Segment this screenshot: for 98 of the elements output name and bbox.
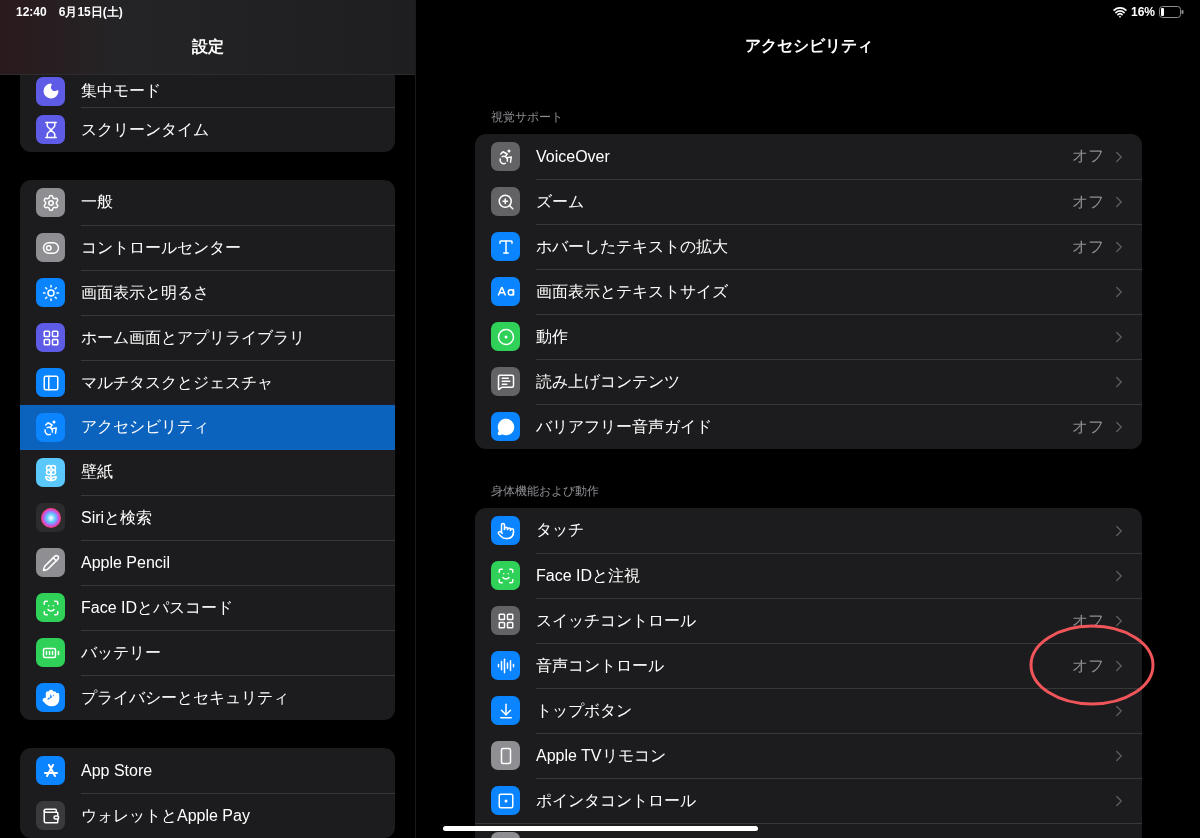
sidebar-item[interactable]: Face IDとパスコード — [20, 585, 395, 630]
sidebar-item[interactable]: バッテリー — [20, 630, 395, 675]
panel-icon — [36, 368, 65, 397]
face-scan-icon — [36, 593, 65, 622]
item-label: マルチタスクとジェスチャ — [81, 372, 274, 393]
item-label: Siriと検索 — [81, 507, 154, 528]
row-label: ズーム — [536, 191, 585, 212]
arrow-down-icon — [491, 696, 520, 725]
sidebar-item[interactable]: プライバシーとセキュリティ — [20, 675, 395, 720]
sidebar-item[interactable]: スクリーンタイム — [20, 107, 395, 152]
settings-row[interactable]: タッチ — [475, 508, 1142, 553]
row-label: 読み上げコンテンツ — [536, 371, 681, 392]
row-label: バリアフリー音声ガイド — [536, 416, 713, 437]
sidebar-item[interactable]: Apple Pencil — [20, 540, 395, 585]
hand-icon — [36, 683, 65, 712]
sidebar-item[interactable]: コントロールセンター — [20, 225, 395, 270]
sidebar-item[interactable]: App Store — [20, 748, 395, 793]
row-label: 音声コントロール — [536, 655, 665, 676]
orb-icon — [36, 503, 65, 532]
item-label: 壁紙 — [81, 462, 114, 482]
item-label: コントロールセンター — [81, 237, 242, 258]
item-label: Face IDとパスコード — [81, 597, 234, 618]
settings-row[interactable]: バリアフリー音声ガイド オフ — [475, 404, 1142, 449]
item-label: App Store — [81, 761, 154, 780]
item-label: バッテリー — [81, 642, 162, 663]
section-header: 身体機能および動作 — [491, 483, 600, 500]
sun-icon — [36, 278, 65, 307]
item-label: スクリーンタイム — [81, 119, 210, 140]
text-size-icon — [491, 277, 520, 306]
status-date: 6月15日(土) — [58, 3, 123, 21]
row-label: ポインタコントロール — [536, 790, 697, 811]
hourglass-icon — [36, 115, 65, 144]
item-label: プライバシーとセキュリティ — [81, 687, 290, 708]
item-label: Apple Pencil — [81, 554, 171, 572]
text-icon — [491, 232, 520, 261]
sidebar-item[interactable]: 壁紙 — [20, 450, 395, 495]
pencil-icon — [36, 548, 65, 577]
sidebar-item[interactable]: Siriと検索 — [20, 495, 395, 540]
wifi-icon — [1112, 5, 1127, 19]
row-label: タッチ — [536, 520, 585, 540]
section-header: 視覚サポート — [491, 109, 564, 126]
gear-icon — [36, 188, 65, 217]
page-title: アクセシビリティ — [744, 36, 873, 56]
accessibility-icon — [491, 142, 520, 171]
settings-row[interactable]: トップボタン — [475, 688, 1142, 733]
row-label: 動作 — [536, 326, 569, 347]
row-value: オフ — [1072, 236, 1104, 257]
status-time: 12:40 — [16, 5, 47, 19]
sidebar-item[interactable]: 一般 — [20, 180, 395, 225]
wallet-icon — [36, 801, 65, 830]
grid-icon — [36, 323, 65, 352]
row-value: オフ — [1072, 146, 1104, 166]
row-label: 画面表示とテキストサイズ — [536, 281, 729, 302]
pointer-hand-icon — [491, 516, 520, 545]
toggle-icon — [36, 233, 65, 262]
battery-icon — [36, 638, 65, 667]
row-label: スイッチコントロール — [536, 610, 697, 631]
row-label: VoiceOver — [536, 147, 611, 166]
settings-row[interactable]: 音声コントロール オフ — [475, 643, 1142, 688]
battery-icon — [1159, 6, 1184, 18]
settings-row[interactable]: VoiceOver オフ — [475, 134, 1142, 179]
settings-row[interactable]: 画面表示とテキストサイズ — [475, 269, 1142, 314]
settings-row[interactable]: 動作 — [475, 314, 1142, 359]
settings-row[interactable]: ホバーしたテキストの拡大 オフ — [475, 224, 1142, 269]
sidebar-title: 設定 — [191, 37, 224, 57]
settings-row[interactable]: Face IDと注視 — [475, 553, 1142, 598]
sidebar-item[interactable]: 集中モード — [20, 75, 395, 107]
speech-bubble-icon — [491, 412, 520, 441]
zoom-icon — [491, 187, 520, 216]
accessibility-icon — [36, 413, 65, 442]
sidebar-item[interactable]: 画面表示と明るさ — [20, 270, 395, 315]
row-label: Apple TVリモコン — [536, 745, 667, 766]
row-label: トップボタン — [536, 700, 633, 721]
waveform-icon — [491, 651, 520, 680]
speech-bubble-icon — [491, 367, 520, 396]
battery-percent: 16% — [1130, 5, 1155, 19]
item-label: ホーム画面とアプリライブラリ — [81, 327, 306, 348]
settings-row[interactable]: ズーム オフ — [475, 179, 1142, 224]
face-scan-icon — [491, 561, 520, 590]
row-value: オフ — [1072, 416, 1104, 437]
item-label: 集中モード — [81, 80, 162, 101]
sidebar-item[interactable]: アクセシビリティ — [20, 405, 395, 450]
sidebar-item[interactable]: ウォレットとApple Pay — [20, 793, 395, 838]
settings-row[interactable]: 読み上げコンテンツ — [475, 359, 1142, 404]
row-value: オフ — [1072, 191, 1104, 212]
grid-icon — [491, 606, 520, 635]
item-label: 一般 — [81, 192, 114, 212]
row-value: オフ — [1072, 655, 1104, 676]
row-label: Face IDと注視 — [536, 565, 641, 586]
settings-row[interactable]: ポインタコントロール — [475, 778, 1142, 823]
moon-icon — [36, 76, 65, 106]
sidebar-item[interactable]: ホーム画面とアプリライブラリ — [20, 315, 395, 360]
item-label: ウォレットとApple Pay — [81, 805, 251, 826]
settings-row[interactable]: Apple TVリモコン — [475, 733, 1142, 778]
item-label: アクセシビリティ — [81, 417, 210, 437]
flower-icon — [36, 458, 65, 487]
row-label: ホバーしたテキストの拡大 — [536, 236, 729, 257]
item-label: 画面表示と明るさ — [81, 282, 210, 303]
